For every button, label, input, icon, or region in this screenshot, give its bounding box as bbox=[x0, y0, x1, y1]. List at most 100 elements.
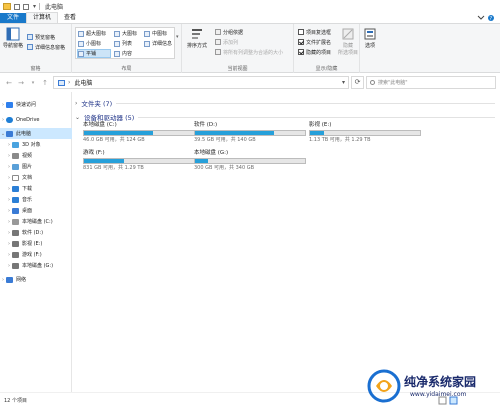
drive-tile-c[interactable]: 本地磁盘 (C:) 46.0 GB 可用，共 124 GB bbox=[79, 122, 195, 144]
drive-tile-g[interactable]: 本地磁盘 (G:) 300 GB 可用，共 340 GB bbox=[190, 150, 306, 172]
drive-icon bbox=[12, 240, 19, 247]
details-pane-button[interactable]: 详细信息窗格 bbox=[27, 43, 65, 51]
options-button[interactable]: 选项 bbox=[363, 27, 377, 49]
hide-selected-button[interactable]: 隐藏 所选项目 bbox=[338, 27, 358, 56]
sort-by-label: 排序方式 bbox=[187, 43, 208, 49]
divider bbox=[39, 3, 41, 10]
computer-icon bbox=[6, 130, 13, 137]
sidebar-item-label: 软件 (D:) bbox=[22, 230, 44, 236]
star-icon bbox=[6, 101, 13, 108]
drive-usage-fill bbox=[310, 131, 325, 135]
hidden-items-checkbox[interactable] bbox=[298, 49, 304, 55]
show-hide-group-label: 显示/隐藏 bbox=[315, 66, 338, 72]
drive-name: 影视 (E:) bbox=[309, 122, 332, 128]
sidebar-item-drive-e[interactable]: › 影视 (E:) bbox=[0, 238, 72, 249]
sidebar-item-downloads[interactable]: › 下载 bbox=[0, 183, 72, 194]
layout-medium-icons[interactable]: 中图标 bbox=[144, 29, 167, 38]
drive-tile-e[interactable]: 影视 (E:) 1.13 TB 可用，共 1.29 TB bbox=[305, 122, 421, 144]
navigation-pane-button[interactable]: 导航窗格 bbox=[3, 27, 23, 49]
sidebar-item-3d-objects[interactable]: › 3D 对象 bbox=[0, 139, 72, 150]
address-dropdown-icon[interactable]: ▾ bbox=[342, 79, 345, 86]
sidebar-item-drive-f[interactable]: › 游戏 (F:) bbox=[0, 249, 72, 260]
drive-usage-fill bbox=[195, 159, 209, 163]
navigation-pane-label: 导航窗格 bbox=[3, 43, 24, 49]
details-pane-icon bbox=[27, 44, 33, 50]
layout-scroll-icon[interactable]: ▾ bbox=[176, 34, 179, 40]
sidebar-item-drive-d[interactable]: › 软件 (D:) bbox=[0, 227, 72, 238]
sidebar-item-label: 快速访问 bbox=[16, 102, 37, 108]
sidebar-item-quick-access[interactable]: › 快速访问 bbox=[0, 99, 72, 110]
preview-pane-button[interactable]: 预览窗格 bbox=[27, 33, 55, 41]
breadcrumb[interactable]: 此电脑 bbox=[74, 78, 92, 87]
layout-extra-large-icons[interactable]: 超大图标 bbox=[78, 29, 106, 38]
size-columns-button[interactable]: 将所有列调整为合适的大小 bbox=[215, 48, 283, 56]
refresh-icon[interactable]: ⟳ bbox=[351, 76, 364, 89]
layout-details[interactable]: 详细信息 bbox=[144, 39, 172, 48]
layout-list[interactable]: 列表 bbox=[114, 39, 132, 48]
devices-section-header[interactable]: ⌄ 设备和驱动器 (5) bbox=[75, 112, 495, 122]
cube-icon bbox=[12, 141, 19, 148]
back-arrow-icon[interactable]: ← bbox=[3, 79, 15, 87]
sidebar-item-onedrive[interactable]: › OneDrive bbox=[0, 114, 72, 125]
drive-tile-d[interactable]: 软件 (D:) 39.5 GB 可用，共 140 GB bbox=[190, 122, 306, 144]
small-icons-icon bbox=[78, 40, 84, 47]
document-icon bbox=[12, 174, 19, 181]
layout-large-icons[interactable]: 大图标 bbox=[114, 29, 137, 38]
drive-name: 游戏 (F:) bbox=[83, 150, 105, 156]
forward-arrow-icon[interactable]: → bbox=[15, 79, 27, 87]
sidebar-item-music[interactable]: › 音乐 bbox=[0, 194, 72, 205]
tab-view[interactable]: 查看 bbox=[58, 13, 82, 23]
search-input[interactable]: 搜索"此电脑" bbox=[366, 76, 496, 89]
music-icon bbox=[12, 196, 19, 203]
watermark-url: www.yidaimei.com bbox=[410, 391, 467, 398]
drive-tile-f[interactable]: 游戏 (F:) 831 GB 可用，共 1.29 TB bbox=[79, 150, 195, 172]
item-checkboxes-toggle[interactable]: 项目复选框 bbox=[298, 28, 331, 36]
properties-icon[interactable] bbox=[14, 3, 20, 10]
group-by-button[interactable]: 分组依据 bbox=[215, 28, 243, 36]
sidebar-item-pictures[interactable]: › 图片 bbox=[0, 161, 72, 172]
add-columns-button[interactable]: 添加列 bbox=[215, 38, 238, 46]
sidebar-item-this-pc[interactable]: ⌄ 此电脑 bbox=[0, 128, 72, 139]
sidebar-item-drive-g[interactable]: › 本地磁盘 (G:) bbox=[0, 260, 72, 271]
chevron-right-icon[interactable]: › bbox=[75, 100, 77, 107]
quick-access-toolbar-dropdown[interactable]: ▾ bbox=[33, 3, 36, 10]
sidebar-item-network[interactable]: › 网络 bbox=[0, 274, 72, 285]
sidebar-item-label: 影视 (E:) bbox=[22, 241, 43, 247]
divider bbox=[138, 116, 495, 118]
new-folder-icon[interactable] bbox=[23, 3, 29, 10]
preview-pane-label: 预览窗格 bbox=[35, 34, 56, 41]
layout-content[interactable]: 内容 bbox=[114, 49, 132, 58]
sidebar-item-label: OneDrive bbox=[16, 116, 40, 123]
chevron-down-icon[interactable]: ⌄ bbox=[75, 114, 80, 121]
file-extensions-toggle[interactable]: 文件扩展名 bbox=[298, 38, 331, 46]
file-extensions-checkbox[interactable] bbox=[298, 39, 304, 45]
details-icon bbox=[144, 40, 150, 47]
folder-icon[interactable] bbox=[3, 3, 11, 10]
layout-tiles[interactable]: 平铺 bbox=[77, 49, 111, 58]
up-arrow-icon[interactable]: ↑ bbox=[39, 79, 51, 87]
address-input[interactable]: › 此电脑 ▾ bbox=[53, 76, 349, 89]
tab-computer[interactable]: 计算机 bbox=[26, 12, 59, 23]
tab-file[interactable]: 文件 bbox=[0, 13, 27, 23]
ribbon: 导航窗格 预览窗格 详细信息窗格 窗格 超大图标 大图标 中图标 小图标 列表 … bbox=[0, 24, 500, 73]
sidebar-item-videos[interactable]: › 视频 bbox=[0, 150, 72, 161]
sidebar-item-drive-c[interactable]: › 本地磁盘 (C:) bbox=[0, 216, 72, 227]
hide-label-2: 所选项目 bbox=[338, 50, 359, 56]
sidebar-item-documents[interactable]: › 文档 bbox=[0, 172, 72, 183]
folders-section-header[interactable]: › 文件夹 (7) bbox=[75, 98, 495, 108]
sidebar-item-label: 本地磁盘 (C:) bbox=[22, 219, 53, 225]
hidden-items-toggle[interactable]: 隐藏的项目 bbox=[298, 48, 331, 56]
navigation-pane: › 快速访问 › OneDrive ⌄ 此电脑 › 3D 对象 › 视频 › 图… bbox=[0, 92, 72, 392]
sort-by-button[interactable]: 排序方式 bbox=[187, 27, 207, 49]
layout-small-icons[interactable]: 小图标 bbox=[78, 39, 101, 48]
breadcrumb-separator[interactable]: › bbox=[68, 79, 70, 86]
recent-dropdown-icon[interactable]: ▾ bbox=[27, 80, 39, 86]
sidebar-item-desktop[interactable]: › 桌面 bbox=[0, 205, 72, 216]
current-view-group-label: 当前视图 bbox=[227, 66, 248, 72]
folders-section-title: 文件夹 (7) bbox=[81, 100, 113, 108]
item-checkboxes-checkbox[interactable] bbox=[298, 29, 304, 35]
ribbon-controls[interactable]: ? bbox=[476, 14, 496, 22]
panes-group: 导航窗格 预览窗格 详细信息窗格 窗格 bbox=[0, 24, 72, 73]
drive-usage-bar bbox=[194, 130, 306, 136]
network-icon bbox=[6, 276, 13, 283]
